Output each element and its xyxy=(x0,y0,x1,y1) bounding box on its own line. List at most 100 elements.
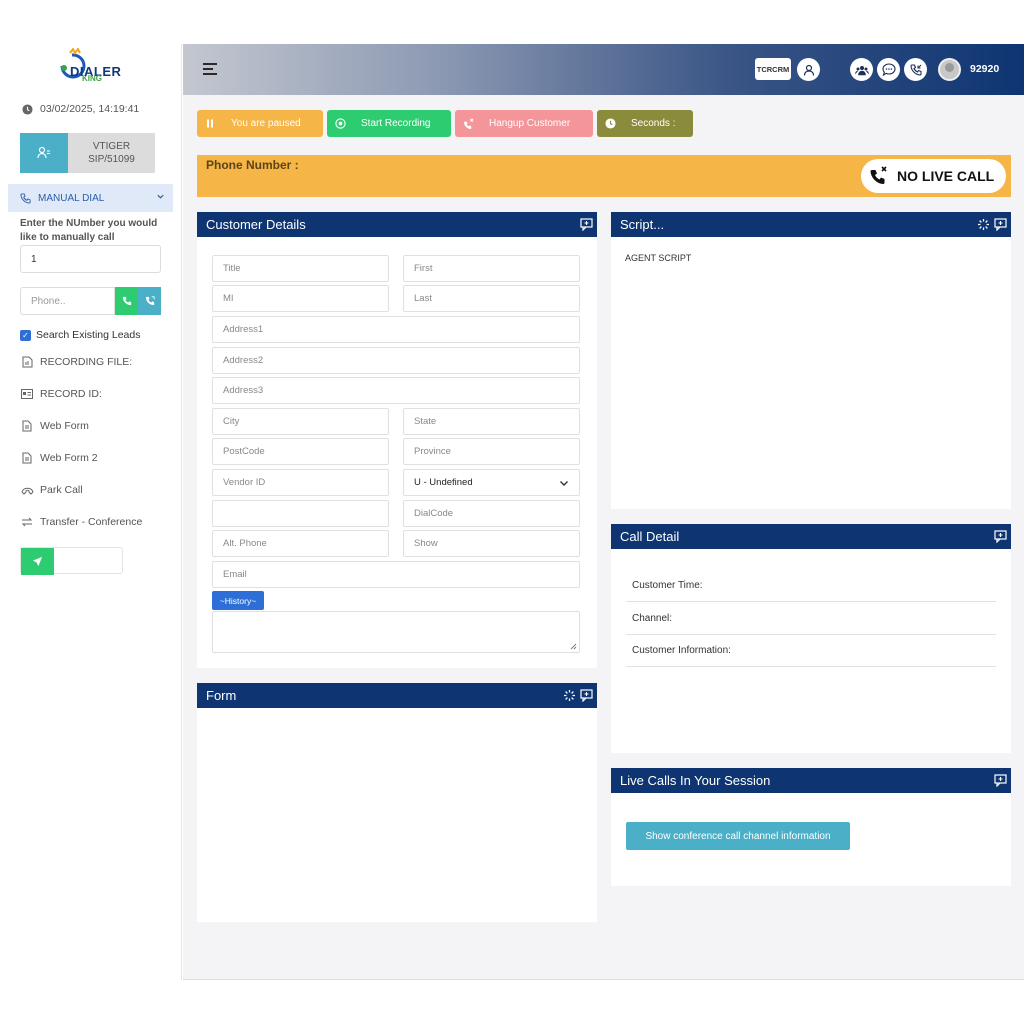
send-icon xyxy=(32,556,43,567)
last-name-field[interactable]: Last xyxy=(403,285,580,312)
vendor-id-field[interactable]: Vendor ID xyxy=(212,469,389,496)
agent-icon xyxy=(20,133,68,173)
seconds-label: Seconds : xyxy=(631,118,676,129)
sidebar-item-web-form-2[interactable]: Web Form 2 xyxy=(20,451,98,465)
manual-dial-input[interactable]: 1 xyxy=(20,245,161,273)
hangup-label: Hangup Customer xyxy=(489,118,571,129)
sidebar-item-web-form[interactable]: Web Form xyxy=(20,419,89,433)
email-field[interactable]: Email xyxy=(212,561,580,588)
user-icon xyxy=(803,64,814,76)
address1-field[interactable]: Address1 xyxy=(212,316,580,343)
address3-field[interactable]: Address3 xyxy=(212,377,580,404)
show-conference-channel-button[interactable]: Show conference call channel information xyxy=(626,822,850,850)
campaign-card[interactable]: VTIGER SIP/51099 xyxy=(20,133,155,173)
call-detail-title: Call Detail xyxy=(620,529,680,544)
send-control xyxy=(20,547,123,575)
sidebar-item-label: Web Form xyxy=(40,420,89,432)
province-field[interactable]: Province xyxy=(403,438,580,465)
loading-spinner-icon xyxy=(564,690,575,701)
phone-call-icon xyxy=(122,296,131,306)
no-live-call-text: NO LIVE CALL xyxy=(897,168,995,184)
agent-script-text: AGENT SCRIPT xyxy=(625,253,692,263)
sidebar-item-label: Web Form 2 xyxy=(40,452,98,464)
resize-handle-icon[interactable] xyxy=(570,643,577,650)
hamburger-menu-icon[interactable] xyxy=(203,63,217,75)
phone-code-field[interactable] xyxy=(212,500,389,527)
chevron-down-icon xyxy=(156,192,165,204)
chevron-down-icon xyxy=(560,481,568,486)
avatar[interactable] xyxy=(938,58,961,81)
top-header: TCRCRM 92920 xyxy=(183,44,1024,95)
postcode-field[interactable]: PostCode xyxy=(212,438,389,465)
chat-note-icon[interactable] xyxy=(580,689,593,702)
middle-initial-field[interactable]: MI xyxy=(212,285,389,312)
paused-label: You are paused xyxy=(231,118,301,129)
document-icon xyxy=(20,419,34,433)
phone-callback-icon xyxy=(909,63,922,76)
show-field[interactable]: Show xyxy=(403,530,580,557)
paused-button[interactable]: You are paused xyxy=(197,110,323,137)
record-icon xyxy=(327,110,353,137)
sidebar-item-label: RECORD ID: xyxy=(40,388,102,400)
phone-missed-icon xyxy=(869,165,889,188)
clock-icon xyxy=(597,110,623,137)
call-detail-header: Call Detail xyxy=(611,524,1011,549)
no-live-call-badge: NO LIVE CALL xyxy=(861,159,1006,193)
comments-textarea[interactable] xyxy=(212,611,580,653)
channel-row: Channel: xyxy=(626,602,996,635)
live-calls-title: Live Calls In Your Session xyxy=(620,773,771,788)
search-leads-checkbox[interactable]: ✓ Search Existing Leads xyxy=(20,329,140,341)
clock-icon xyxy=(20,102,34,116)
chat-note-icon[interactable] xyxy=(994,774,1007,787)
customer-details-header: Customer Details xyxy=(197,212,597,237)
title-field[interactable]: Title xyxy=(212,255,389,282)
chat-note-icon[interactable] xyxy=(580,218,593,231)
start-recording-label: Start Recording xyxy=(361,118,431,129)
sidebar-item-transfer-conference[interactable]: Transfer - Conference xyxy=(20,515,142,529)
chat-note-icon[interactable] xyxy=(994,218,1007,231)
calls-button[interactable] xyxy=(904,58,927,81)
campaign-name: VTIGER xyxy=(92,141,131,152)
state-field[interactable]: State xyxy=(403,408,580,435)
app-root: DIALER KING 03/02/2025, 14:19:41 VTIGER … xyxy=(0,0,1024,1024)
customer-information-row: Customer Information: xyxy=(626,634,996,667)
send-button[interactable] xyxy=(21,548,54,575)
chat-note-icon[interactable] xyxy=(994,530,1007,543)
hangup-customer-button[interactable]: Hangup Customer xyxy=(455,110,593,137)
id-card-icon xyxy=(20,387,34,401)
customer-details-title: Customer Details xyxy=(206,217,306,232)
users-group-icon xyxy=(854,65,869,75)
park-call-icon xyxy=(20,483,34,497)
history-button[interactable]: ~History~ xyxy=(212,591,264,610)
hangup-icon xyxy=(455,110,481,137)
logo-subtitle: KING xyxy=(82,74,102,83)
sidebar-item-park-call[interactable]: Park Call xyxy=(20,483,83,497)
city-field[interactable]: City xyxy=(212,408,389,435)
start-recording-button[interactable]: Start Recording xyxy=(327,110,451,137)
dial-button[interactable] xyxy=(115,287,138,315)
pause-icon xyxy=(197,110,223,137)
sidebar-item-record-id[interactable]: RECORD ID: xyxy=(20,387,102,401)
team-button[interactable] xyxy=(850,58,873,81)
dialcode-field[interactable]: DialCode xyxy=(403,500,580,527)
datetime-text: 03/02/2025, 14:19:41 xyxy=(40,103,140,115)
gender-select[interactable]: U - Undefined xyxy=(403,469,580,496)
script-header: Script... xyxy=(611,212,1011,237)
manual-dial-toggle[interactable]: MANUAL DIAL xyxy=(8,184,173,212)
address2-field[interactable]: Address2 xyxy=(212,347,580,374)
checkbox-checked-icon: ✓ xyxy=(20,329,31,341)
phone-input[interactable]: Phone.. xyxy=(20,287,115,315)
profile-button[interactable] xyxy=(797,58,820,81)
sidebar-item-label: Park Call xyxy=(40,484,83,496)
live-calls-header: Live Calls In Your Session xyxy=(611,768,1011,793)
crm-button[interactable]: TCRCRM xyxy=(755,58,791,80)
customer-time-row: Customer Time: xyxy=(626,569,996,602)
transfer-icon xyxy=(20,515,34,529)
dial-options-button[interactable] xyxy=(138,287,161,315)
sidebar-item-recording-file[interactable]: RECORDING FILE: xyxy=(20,355,132,369)
alt-phone-field[interactable]: Alt. Phone xyxy=(212,530,389,557)
phone-icon xyxy=(20,192,31,204)
seconds-indicator: Seconds : xyxy=(597,110,693,137)
first-name-field[interactable]: First xyxy=(403,255,580,282)
chat-button[interactable] xyxy=(877,58,900,81)
